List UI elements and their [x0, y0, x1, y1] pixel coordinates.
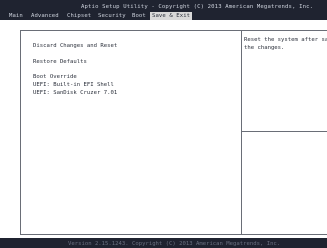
tab-main[interactable]: Main	[9, 12, 23, 20]
tab-boot[interactable]: Boot	[132, 12, 146, 20]
panel-divider-vertical	[241, 30, 242, 235]
tab-advanced[interactable]: Advanced	[31, 12, 59, 20]
footer-bar: Version 2.15.1243. Copyright (C) 2013 Am…	[0, 238, 327, 248]
option-uefi-sandisk[interactable]: UEFI: SanDisk Cruzer 7.01	[33, 90, 117, 96]
help-text-line-2: the changes.	[244, 45, 285, 51]
menu-bar: Main Advanced Chipset Security Boot Save…	[0, 12, 327, 20]
help-panel: Reset the system after sav the changes.	[244, 36, 327, 52]
main-panel: Discard Changes and Reset Restore Defaul…	[20, 30, 327, 235]
app-title: Aptio Setup Utility - Copyright (C) 2013…	[81, 4, 314, 10]
panel-divider-horizontal	[242, 131, 327, 132]
option-restore-defaults[interactable]: Restore Defaults	[33, 59, 87, 65]
option-discard-changes-and-reset[interactable]: Discard Changes and Reset	[33, 43, 117, 49]
tab-save-exit[interactable]: Save & Exit	[150, 12, 193, 20]
tab-security[interactable]: Security	[98, 12, 126, 20]
help-text-line-1: Reset the system after sav	[244, 37, 327, 43]
boot-override-heading: Boot Override	[33, 74, 77, 80]
title-bar: Aptio Setup Utility - Copyright (C) 2013…	[0, 0, 327, 20]
option-uefi-efi-shell[interactable]: UEFI: Built-in EFI Shell	[33, 82, 114, 88]
tab-chipset[interactable]: Chipset	[67, 12, 91, 20]
bios-screen: Aptio Setup Utility - Copyright (C) 2013…	[0, 0, 327, 248]
footer-version: Version 2.15.1243. Copyright (C) 2013 Am…	[68, 241, 281, 247]
